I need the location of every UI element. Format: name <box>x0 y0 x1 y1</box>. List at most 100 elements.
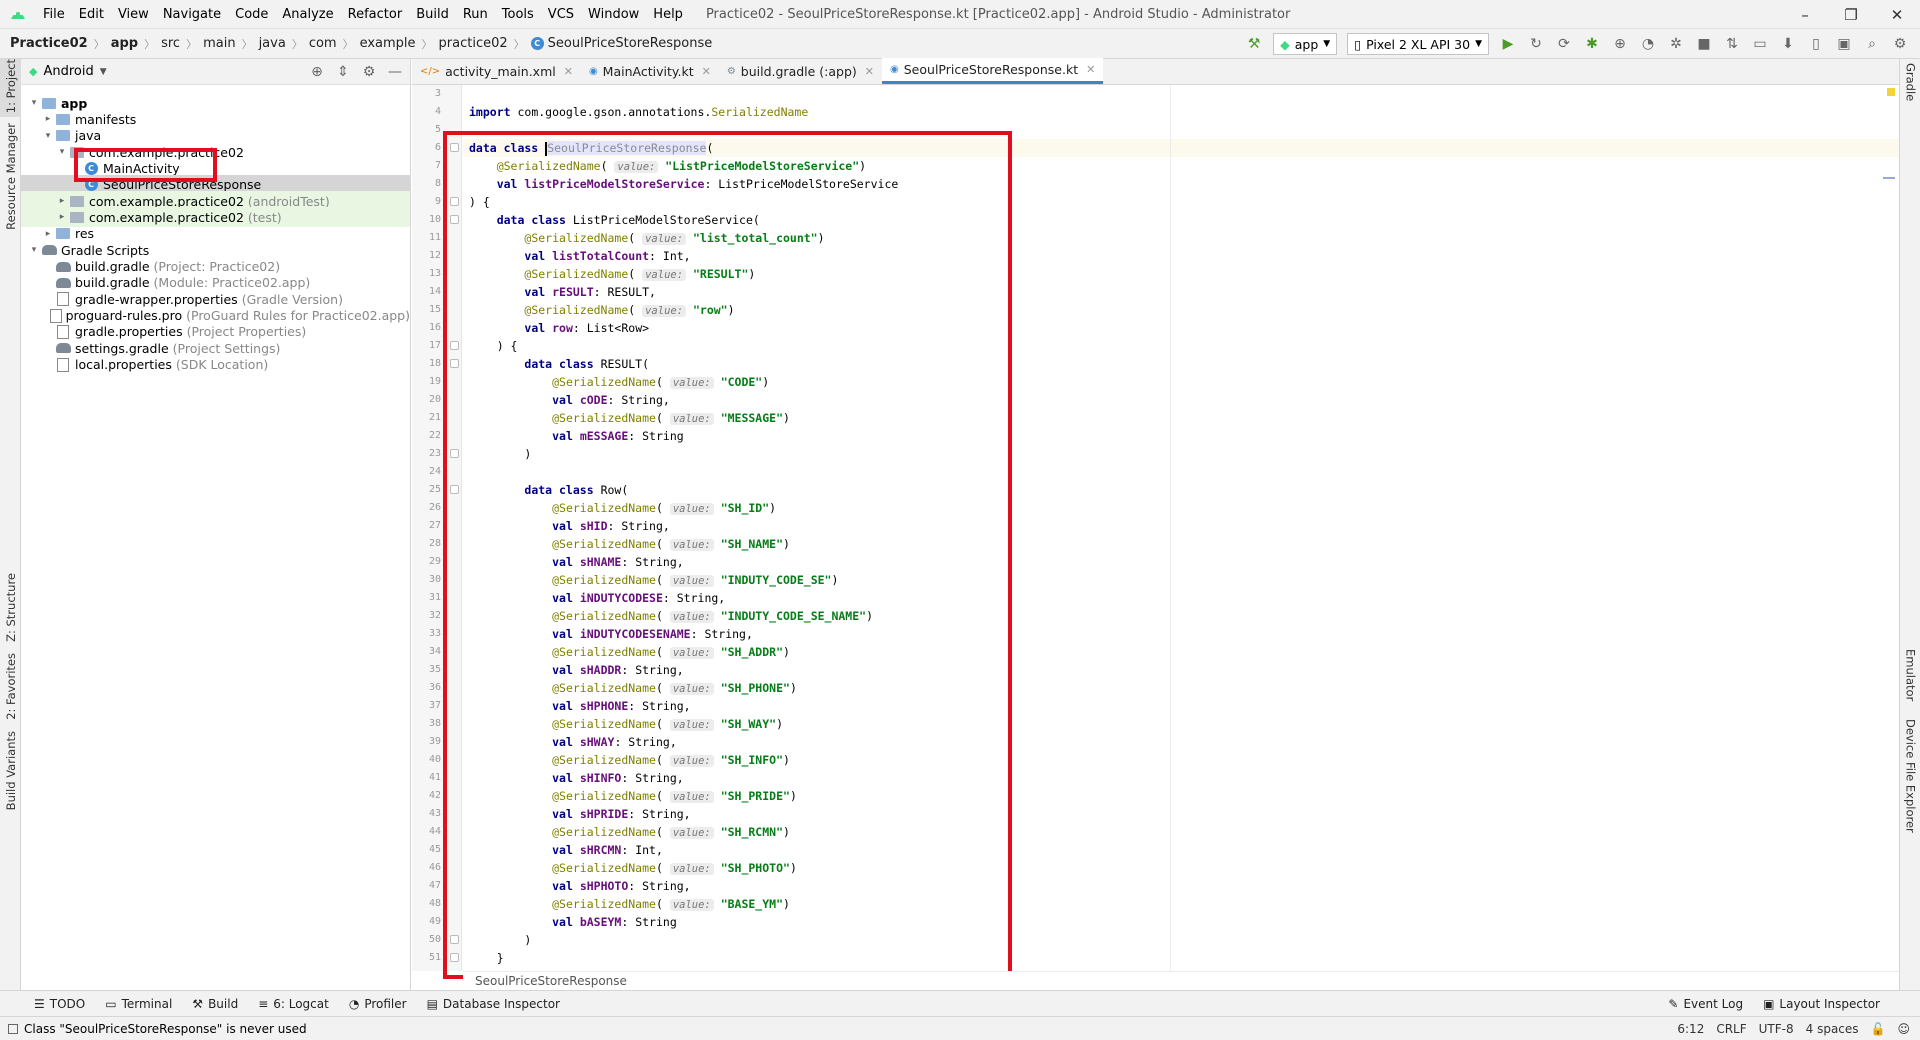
breadcrumb-item[interactable]: practice02 <box>439 36 508 51</box>
apply-changes-icon[interactable]: ⟳ <box>1552 32 1576 56</box>
chevron-down-icon[interactable]: ▼ <box>100 67 107 77</box>
tool-window-terminal[interactable]: ▭ Terminal <box>95 997 182 1011</box>
locate-icon[interactable]: ⊕ <box>308 64 326 80</box>
gear-icon[interactable]: ⚙ <box>360 64 378 80</box>
breadcrumb-item[interactable]: app <box>111 36 138 51</box>
hammer-icon[interactable]: ⚒ <box>1242 32 1266 56</box>
layout-inspector-toolbar-icon[interactable]: ▣ <box>1832 32 1856 56</box>
menu-run[interactable]: Run <box>456 0 495 29</box>
file-encoding[interactable]: UTF-8 <box>1759 1022 1794 1036</box>
menu-view[interactable]: View <box>111 0 156 29</box>
menu-edit[interactable]: Edit <box>72 0 111 29</box>
menu-tools[interactable]: Tools <box>495 0 541 29</box>
inspector-icon[interactable]: ☺ <box>1897 1022 1910 1036</box>
chevron-right-icon[interactable]: ▸ <box>41 114 55 124</box>
minimize-icon[interactable]: – <box>1782 0 1828 29</box>
tool-window-build[interactable]: ⚒ Build <box>182 997 248 1011</box>
tool-window-database-inspector[interactable]: ▤ Database Inspector <box>417 997 570 1011</box>
run-icon[interactable]: ▶ <box>1496 32 1520 56</box>
tree-item[interactable]: local.properties (SDK Location) <box>21 355 410 375</box>
fold-marker-icon[interactable] <box>450 215 459 224</box>
tab-structure[interactable]: Z: Structure <box>0 573 21 642</box>
tab-favorites[interactable]: 2: Favorites <box>0 653 21 720</box>
device-manager-icon[interactable]: ▯ <box>1804 32 1828 56</box>
debug-icon[interactable]: ✱ <box>1580 32 1604 56</box>
menu-navigate[interactable]: Navigate <box>156 0 228 29</box>
indent-setting[interactable]: 4 spaces <box>1806 1022 1859 1036</box>
run-config-select[interactable]: ◆ app ▼ <box>1273 33 1338 55</box>
tab-device-file-explorer[interactable]: Device File Explorer <box>1900 719 1920 845</box>
fold-marker-icon[interactable] <box>450 935 459 944</box>
editor-breadcrumb[interactable]: SeoulPriceStoreResponse <box>463 971 1899 990</box>
menu-refactor[interactable]: Refactor <box>341 0 410 29</box>
close-tab-icon[interactable]: ✕ <box>702 65 711 78</box>
warning-marker-icon[interactable] <box>1887 88 1895 96</box>
menu-analyze[interactable]: Analyze <box>275 0 340 29</box>
tool-window-profiler[interactable]: ◔ Profiler <box>339 997 417 1011</box>
attach-debugger-icon[interactable]: ⊕ <box>1608 32 1632 56</box>
fold-marker-icon[interactable] <box>450 485 459 494</box>
avd-manager-icon[interactable]: ▭ <box>1748 32 1772 56</box>
menu-vcs[interactable]: VCS <box>541 0 581 29</box>
lock-icon[interactable]: 🔓 <box>1871 1022 1886 1036</box>
close-tab-icon[interactable]: ✕ <box>564 65 573 78</box>
chevron-right-icon[interactable]: ▸ <box>55 212 69 222</box>
chevron-right-icon[interactable]: ▸ <box>41 229 55 239</box>
fold-marker-icon[interactable] <box>450 143 459 152</box>
breadcrumb-item[interactable]: C SeoulPriceStoreResponse <box>530 36 712 51</box>
fold-marker-icon[interactable] <box>450 953 459 962</box>
tab-project[interactable]: 1: Project <box>0 59 21 117</box>
menu-file[interactable]: File <box>36 0 72 29</box>
settings-icon[interactable]: ⚙ <box>1888 32 1912 56</box>
search-icon[interactable]: ⌕ <box>1860 32 1884 56</box>
close-tab-icon[interactable]: ✕ <box>1086 63 1095 76</box>
breadcrumb-item[interactable]: Practice02 <box>10 36 88 51</box>
breadcrumb-item[interactable]: main <box>203 36 235 51</box>
chevron-down-icon[interactable]: ▾ <box>27 245 41 255</box>
chevron-down-icon[interactable]: ▾ <box>55 147 69 157</box>
coverage-icon[interactable]: ✲ <box>1664 32 1688 56</box>
breadcrumb-item[interactable]: com <box>309 36 337 51</box>
device-select[interactable]: ▯ Pixel 2 XL API 30 ▼ <box>1347 33 1489 55</box>
fold-marker-icon[interactable] <box>450 449 459 458</box>
menu-code[interactable]: Code <box>228 0 275 29</box>
maximize-icon[interactable]: ❐ <box>1828 0 1874 29</box>
tool-window-todo[interactable]: ☰ TODO <box>24 997 95 1011</box>
sdk-manager-icon[interactable]: ⬇ <box>1776 32 1800 56</box>
tab-emulator[interactable]: Emulator <box>1900 649 1920 715</box>
fold-marker-icon[interactable] <box>450 341 459 350</box>
line-separator[interactable]: CRLF <box>1716 1022 1746 1036</box>
tool-window-6-logcat[interactable]: ≡ 6: Logcat <box>248 997 339 1011</box>
menu-window[interactable]: Window <box>581 0 646 29</box>
hide-icon[interactable]: — <box>386 64 404 80</box>
collapse-all-icon[interactable]: ⇕ <box>334 64 352 80</box>
tab-resource-manager[interactable]: Resource Manager <box>0 123 21 230</box>
close-tab-icon[interactable]: ✕ <box>865 65 874 78</box>
caret-position[interactable]: 6:12 <box>1677 1022 1704 1036</box>
stop-icon[interactable]: ■ <box>1692 32 1716 56</box>
fold-marker-icon[interactable] <box>450 197 459 206</box>
menu-help[interactable]: Help <box>646 0 690 29</box>
breadcrumb-item[interactable]: src <box>161 36 180 51</box>
breadcrumb-item[interactable]: java <box>259 36 286 51</box>
breadcrumb-item[interactable]: example <box>360 36 416 51</box>
tab-build-variants[interactable]: Build Variants <box>0 731 21 819</box>
code-editor[interactable]: import com.google.gson.annotations.Seria… <box>463 85 1899 971</box>
editor-tab[interactable]: ◉ SeoulPriceStoreResponse.kt ✕ <box>882 58 1104 84</box>
chevron-down-icon[interactable]: ▾ <box>27 98 41 108</box>
fold-marker-icon[interactable] <box>450 359 459 368</box>
editor-tab[interactable]: ◉ MainActivity.kt ✕ <box>581 58 719 84</box>
project-view-select[interactable]: Android <box>43 64 93 79</box>
tool-window-event-log[interactable]: ✎ Event Log <box>1658 997 1753 1011</box>
editor-tab[interactable]: ⚙ build.gradle (:app) ✕ <box>719 58 882 84</box>
editor-tab[interactable]: </> activity_main.xml ✕ <box>412 58 581 84</box>
tab-gradle[interactable]: Gradle <box>1900 63 1920 113</box>
tool-window-layout-inspector[interactable]: ▣ Layout Inspector <box>1753 997 1890 1011</box>
sync-gradle-icon[interactable]: ⇅ <box>1720 32 1744 56</box>
profile-icon[interactable]: ◔ <box>1636 32 1660 56</box>
chevron-down-icon[interactable]: ▾ <box>41 131 55 141</box>
close-icon[interactable]: ✕ <box>1874 0 1920 29</box>
rerun-icon[interactable]: ↻ <box>1524 32 1548 56</box>
menu-build[interactable]: Build <box>409 0 456 29</box>
chevron-right-icon[interactable]: ▸ <box>55 196 69 206</box>
